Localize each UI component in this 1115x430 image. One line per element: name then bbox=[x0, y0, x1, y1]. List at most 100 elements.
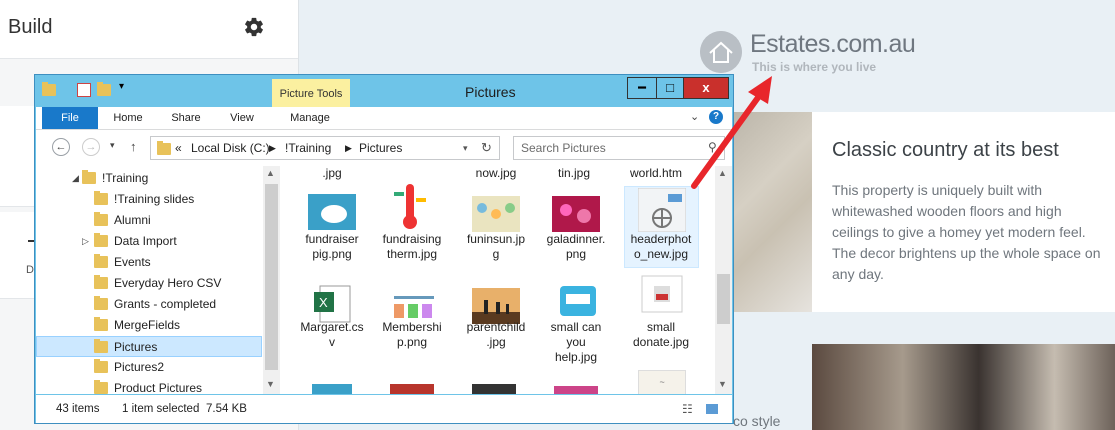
tree-item[interactable]: Product Pictures bbox=[36, 378, 262, 394]
file-item[interactable]: galadinner. png bbox=[540, 232, 612, 262]
search-icon[interactable]: ⚲ bbox=[708, 140, 717, 154]
chevron-right-icon[interactable]: ▶ bbox=[345, 137, 352, 159]
address-overflow[interactable]: « bbox=[175, 137, 182, 159]
search-input[interactable]: Search Pictures bbox=[513, 136, 725, 160]
address-segment[interactable]: Local Disk (C:) bbox=[191, 137, 270, 159]
maximize-button[interactable]: □ bbox=[656, 77, 684, 99]
tab-view[interactable]: View bbox=[222, 107, 262, 129]
tree-item[interactable]: MergeFields bbox=[36, 315, 262, 336]
address-segment[interactable]: !Training bbox=[285, 137, 331, 159]
tree-item[interactable]: Alumni bbox=[36, 210, 262, 231]
small-donate-image-icon bbox=[641, 275, 683, 313]
tree-item[interactable]: Grants - completed bbox=[36, 294, 262, 315]
file-item[interactable]: tin.jpg bbox=[538, 166, 610, 181]
ribbon-tabs: File Home Share View Manage ⌄ ? bbox=[36, 107, 732, 130]
excel-file-icon: X bbox=[314, 285, 351, 323]
tree-item-selected[interactable]: Pictures bbox=[36, 336, 262, 357]
address-segment[interactable]: Pictures bbox=[359, 137, 402, 159]
back-button[interactable]: ← bbox=[52, 138, 70, 156]
tree-item[interactable]: Everyday Hero CSV bbox=[36, 273, 262, 294]
explorer-window: ▾ Picture Tools Pictures ━ □ x File Home… bbox=[34, 74, 734, 424]
tab-share[interactable]: Share bbox=[166, 107, 206, 129]
partial-thumbnail[interactable] bbox=[472, 384, 516, 394]
new-folder-icon[interactable] bbox=[97, 82, 111, 97]
scroll-thumb[interactable] bbox=[717, 274, 730, 324]
tree-item-label: !Training bbox=[102, 171, 149, 185]
tree-scrollbar[interactable]: ▲ ▼ bbox=[263, 166, 280, 394]
partial-thumbnail[interactable] bbox=[554, 386, 598, 394]
file-item[interactable]: small can you help.jpg bbox=[540, 320, 612, 365]
navigation-tree: ◢ !Training !Training slides Alumni ▷ Da… bbox=[36, 166, 264, 394]
expand-arrow-icon[interactable]: ◢ bbox=[72, 168, 79, 189]
ribbon-expand-icon[interactable]: ⌄ bbox=[690, 110, 699, 123]
scroll-up-icon[interactable]: ▲ bbox=[266, 168, 275, 178]
file-item[interactable]: funinsun.jp g bbox=[460, 232, 532, 262]
tab-home[interactable]: Home bbox=[108, 107, 148, 129]
tree-item[interactable]: Events bbox=[36, 252, 262, 273]
file-item-selected[interactable]: headerphot o_new.jpg bbox=[625, 232, 697, 262]
chevron-right-icon[interactable]: ▶ bbox=[269, 137, 276, 159]
file-name-line: g bbox=[492, 247, 500, 261]
tree-item[interactable]: ◢ !Training bbox=[36, 168, 262, 189]
recent-locations-icon[interactable]: ▾ bbox=[110, 140, 115, 151]
chevron-down-icon[interactable]: ▾ bbox=[463, 137, 468, 159]
picture-tools-context-tab: Picture Tools bbox=[272, 79, 350, 109]
folder-icon bbox=[94, 339, 108, 353]
details-view-icon[interactable]: ☷ bbox=[682, 395, 693, 423]
file-name-line: donate.jpg bbox=[632, 335, 690, 349]
address-bar[interactable]: « Local Disk (C:) ▶ !Training ▶ Pictures… bbox=[150, 136, 500, 160]
tree-item[interactable]: ▷ Data Import bbox=[36, 231, 262, 252]
file-name-line: pig.png bbox=[312, 247, 352, 261]
file-name-line: galadinner. bbox=[546, 232, 606, 246]
folder-icon bbox=[94, 254, 108, 268]
title-bar[interactable]: ▾ Picture Tools Pictures ━ □ x bbox=[35, 75, 733, 109]
folder-icon bbox=[157, 141, 171, 155]
scroll-down-icon[interactable]: ▼ bbox=[266, 379, 275, 389]
status-size: 7.54 KB bbox=[206, 403, 247, 415]
minimize-button[interactable]: ━ bbox=[627, 77, 657, 99]
tree-item-label: MergeFields bbox=[114, 318, 181, 332]
help-icon[interactable]: ? bbox=[709, 110, 723, 124]
partial-thumbnail[interactable] bbox=[312, 384, 352, 394]
chevron-down-icon[interactable]: ▾ bbox=[119, 81, 124, 92]
parentchild-image-icon bbox=[472, 288, 520, 324]
folder-icon bbox=[94, 233, 108, 247]
up-arrow-icon[interactable]: ↑ bbox=[130, 139, 137, 154]
file-item[interactable]: Margaret.cs v bbox=[296, 320, 368, 350]
funinsun-image-icon bbox=[472, 196, 520, 232]
file-item[interactable]: Membershi p.png bbox=[376, 320, 448, 350]
expand-arrow-icon[interactable]: ▷ bbox=[82, 231, 89, 252]
file-item[interactable]: fundraiser pig.png bbox=[296, 232, 368, 262]
file-item[interactable]: .jpg bbox=[296, 166, 368, 181]
scroll-up-icon[interactable]: ▲ bbox=[718, 168, 727, 178]
property-card: Classic country at its best This propert… bbox=[812, 112, 1115, 312]
tree-item[interactable]: Pictures2 bbox=[36, 357, 262, 378]
forward-button[interactable]: → bbox=[82, 138, 100, 156]
file-item[interactable]: now.jpg bbox=[460, 166, 532, 181]
scroll-thumb[interactable] bbox=[265, 184, 278, 370]
tab-file[interactable]: File bbox=[42, 107, 98, 129]
thermometer-image-icon bbox=[394, 184, 426, 229]
file-name-line: therm.jpg bbox=[386, 247, 438, 261]
file-item[interactable]: small donate.jpg bbox=[625, 320, 697, 350]
close-button[interactable]: x bbox=[683, 77, 729, 99]
tree-item[interactable]: !Training slides bbox=[36, 189, 262, 210]
file-item[interactable]: fundraising therm.jpg bbox=[376, 232, 448, 262]
files-scrollbar[interactable]: ▲ ▼ bbox=[715, 166, 732, 394]
file-list: .jpg now.jpg tin.jpg world.htm fundraise… bbox=[282, 166, 712, 394]
file-item[interactable]: parentchild .jpg bbox=[460, 320, 532, 350]
partial-thumbnail[interactable]: ~ bbox=[638, 370, 686, 394]
large-icons-view-icon[interactable] bbox=[706, 404, 718, 414]
partial-thumbnail[interactable] bbox=[390, 384, 434, 394]
gear-icon[interactable] bbox=[243, 16, 265, 38]
refresh-icon[interactable]: ↻ bbox=[481, 137, 492, 159]
file-name-line: png bbox=[565, 247, 587, 261]
site-logo-text[interactable]: Estates.com.au bbox=[750, 30, 916, 59]
explorer-body: ◢ !Training !Training slides Alumni ▷ Da… bbox=[36, 166, 732, 394]
tab-manage[interactable]: Manage bbox=[282, 107, 338, 129]
scroll-down-icon[interactable]: ▼ bbox=[718, 379, 727, 389]
properties-icon[interactable] bbox=[77, 83, 91, 97]
builder-header: Build bbox=[0, 0, 298, 59]
file-item[interactable]: world.htm bbox=[620, 166, 692, 181]
window-title: Pictures bbox=[465, 84, 516, 100]
